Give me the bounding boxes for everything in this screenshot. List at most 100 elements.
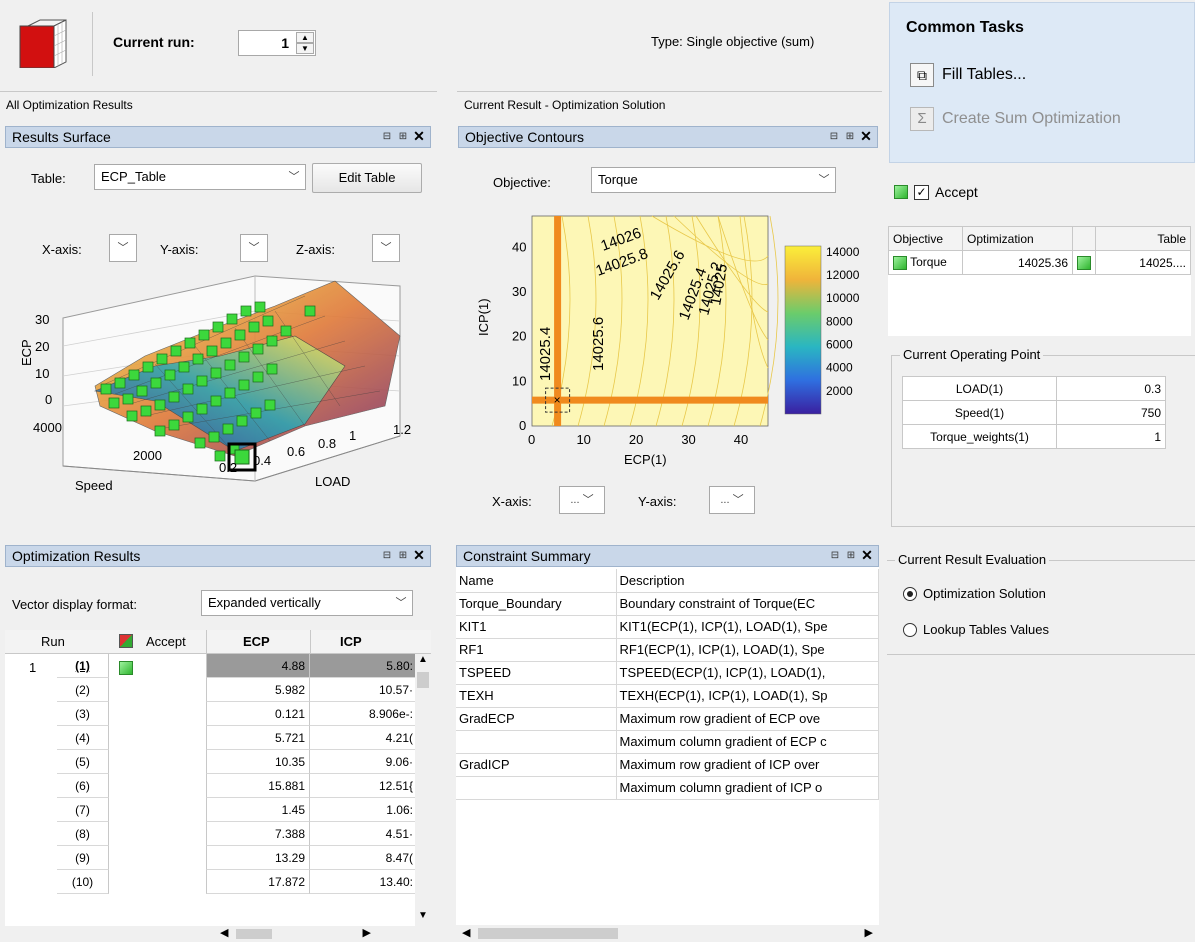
spinner-up-icon[interactable]: ▲ — [296, 32, 314, 43]
ecp-cell[interactable]: 4.88 — [206, 654, 310, 678]
constraint-row[interactable]: Maximum column gradient of ECP c — [456, 730, 879, 754]
constraint-row[interactable]: Torque_Boundary Boundary constraint of To… — [456, 592, 879, 616]
constraint-row[interactable]: GradICP Maximum row gradient of ICP over — [456, 753, 879, 777]
icp-cell[interactable]: 5.80: — [310, 654, 415, 678]
create-sum-label[interactable]: Create Sum Optimization — [942, 110, 1121, 128]
chevron-down-icon[interactable]: ﹀ — [390, 591, 412, 615]
undock-icon[interactable]: ⊟ — [380, 129, 394, 144]
radio-selected-icon[interactable] — [903, 586, 917, 601]
table-row[interactable]: (4) 5.721 4.21( — [5, 726, 415, 750]
maximize-icon[interactable]: ⊞ — [843, 129, 857, 144]
close-icon[interactable]: ✕ — [412, 129, 426, 144]
ecp-cell[interactable]: 10.35 — [206, 750, 310, 774]
table-row[interactable]: (7) 1.45 1.06: — [5, 798, 415, 822]
scroll-right-icon[interactable]: ▶ — [363, 926, 371, 939]
y-axis-select[interactable]: ﹀ — [240, 234, 268, 262]
chevron-down-icon[interactable]: ﹀ — [813, 168, 835, 192]
table-row[interactable]: (6) 15.881 12.51{ — [5, 774, 415, 798]
fill-tables-label[interactable]: Fill Tables... — [942, 66, 1026, 84]
table-select[interactable]: ECP_Table ﹀ — [94, 164, 306, 190]
scroll-left-icon[interactable]: ◀ — [462, 926, 470, 939]
icp-cell[interactable]: 4.21( — [310, 726, 415, 750]
scroll-thumb[interactable] — [417, 672, 429, 688]
contour-y-axis-select[interactable]: ... ﹀ — [709, 486, 755, 514]
x-tick-label: 40 — [734, 432, 748, 447]
icp-cell[interactable]: 8.906e-: — [310, 702, 415, 726]
z-axis-select[interactable]: ﹀ — [372, 234, 400, 262]
icp-cell[interactable]: 13.40: — [310, 870, 415, 894]
accept-checkbox[interactable]: ✓ — [914, 184, 929, 200]
chevron-down-icon[interactable]: ﹀ — [283, 165, 305, 189]
create-sum-link[interactable]: Σ Create Sum Optimization — [910, 107, 1121, 131]
objective-name-cell[interactable]: Torque — [888, 250, 963, 275]
ecp-cell[interactable]: 7.388 — [206, 822, 310, 846]
constraint-row[interactable]: KIT1 KIT1(ECP(1), ICP(1), LOAD(1), Spe — [456, 615, 879, 639]
hscroll-thumb[interactable] — [478, 928, 618, 939]
op-value-load[interactable]: 0.3 — [1056, 376, 1166, 401]
radio-lookup-values[interactable]: Lookup Tables Values — [903, 622, 1049, 637]
ecp-cell[interactable]: 13.29 — [206, 846, 310, 870]
ecp-cell[interactable]: 15.881 — [206, 774, 310, 798]
run-value[interactable]: 1 — [281, 35, 289, 51]
table-row[interactable]: (3) 0.121 8.906e-: — [5, 702, 415, 726]
icp-cell[interactable]: 8.47( — [310, 846, 415, 870]
ecp-cell[interactable]: 5.721 — [206, 726, 310, 750]
constraint-hscroll[interactable]: ◀ ▶ — [456, 925, 879, 942]
icp-cell[interactable]: 4.51· — [310, 822, 415, 846]
ecp-cell[interactable]: 5.982 — [206, 678, 310, 702]
scroll-down-icon[interactable]: ▼ — [415, 910, 431, 926]
spinner-down-icon[interactable]: ▼ — [296, 43, 314, 54]
radio-optimization-solution[interactable]: Optimization Solution — [903, 586, 1046, 601]
undock-icon[interactable]: ⊟ — [827, 129, 841, 144]
run-spinner[interactable]: 1 ▲ ▼ — [238, 30, 316, 56]
icp-cell[interactable]: 12.51{ — [310, 774, 415, 798]
constraint-row[interactable]: RF1 RF1(ECP(1), ICP(1), LOAD(1), Spe — [456, 638, 879, 662]
objective-table-cell[interactable]: 14025.... — [1095, 250, 1191, 275]
table-row[interactable]: (9) 13.29 8.47( — [5, 846, 415, 870]
scroll-left-icon[interactable]: ◀ — [220, 926, 228, 939]
radio-unselected-icon[interactable] — [903, 622, 917, 637]
maximize-icon[interactable]: ⊞ — [396, 548, 410, 563]
maximize-icon[interactable]: ⊞ — [844, 548, 858, 563]
constraint-row[interactable]: GradECP Maximum row gradient of ECP ove — [456, 707, 879, 731]
table-row[interactable]: (10) 17.872 13.40: — [5, 870, 415, 894]
maximize-icon[interactable]: ⊞ — [396, 129, 410, 144]
objective-optimization-cell[interactable]: 14025.36 — [962, 250, 1073, 275]
table-row[interactable]: (2) 5.982 10.57· — [5, 678, 415, 702]
op-value-speed[interactable]: 750 — [1056, 400, 1166, 425]
table-row[interactable]: (1) 4.88 5.80: — [5, 654, 415, 678]
icp-cell[interactable]: 9.06· — [310, 750, 415, 774]
format-select[interactable]: Expanded vertically ﹀ — [201, 590, 413, 616]
hscroll-thumb[interactable] — [236, 929, 272, 939]
contour-x-axis-select[interactable]: ... ﹀ — [559, 486, 605, 514]
ecp-cell[interactable]: 0.121 — [206, 702, 310, 726]
constraint-row[interactable]: TSPEED TSPEED(ECP(1), ICP(1), LOAD(1), — [456, 661, 879, 685]
close-icon[interactable]: ✕ — [412, 548, 426, 563]
close-icon[interactable]: ✕ — [859, 129, 873, 144]
x-axis-select[interactable]: ﹀ — [109, 234, 137, 262]
optimum-marker: × — [554, 393, 561, 407]
undock-icon[interactable]: ⊟ — [380, 548, 394, 563]
results-vscroll[interactable]: ▲ ▼ — [415, 654, 431, 926]
table-row[interactable]: (8) 7.388 4.51· — [5, 822, 415, 846]
y-tick-label: 40 — [512, 239, 526, 254]
constraint-row[interactable]: Maximum column gradient of ICP o — [456, 776, 879, 800]
undock-icon[interactable]: ⊟ — [828, 548, 842, 563]
ecp-cell[interactable]: 17.872 — [206, 870, 310, 894]
results-surface-plot[interactable]: 30 20 10 0 4000 2000 0.2 0.4 0.6 0.8 1 1… — [5, 266, 431, 516]
op-value-weights[interactable]: 1 — [1056, 424, 1166, 449]
scroll-up-icon[interactable]: ▲ — [415, 654, 431, 670]
fill-tables-link[interactable]: ⧉ Fill Tables... — [910, 63, 1026, 87]
objective-contour-plot[interactable]: ×1402614025.814025.614025.414025.2140251… — [458, 206, 878, 486]
constraint-row[interactable]: TEXH TEXH(ECP(1), ICP(1), LOAD(1), Sp — [456, 684, 879, 708]
icp-cell[interactable]: 1.06: — [310, 798, 415, 822]
icp-cell[interactable]: 10.57· — [310, 678, 415, 702]
row-index: (5) — [57, 750, 109, 774]
objective-select[interactable]: Torque ﹀ — [591, 167, 836, 193]
ecp-cell[interactable]: 1.45 — [206, 798, 310, 822]
table-row[interactable]: (5) 10.35 9.06· — [5, 750, 415, 774]
scroll-right-icon[interactable]: ▶ — [865, 926, 873, 939]
results-hscroll[interactable]: ◀ ▶ — [206, 926, 431, 942]
edit-table-button[interactable]: Edit Table — [312, 163, 422, 193]
close-icon[interactable]: ✕ — [860, 548, 874, 563]
